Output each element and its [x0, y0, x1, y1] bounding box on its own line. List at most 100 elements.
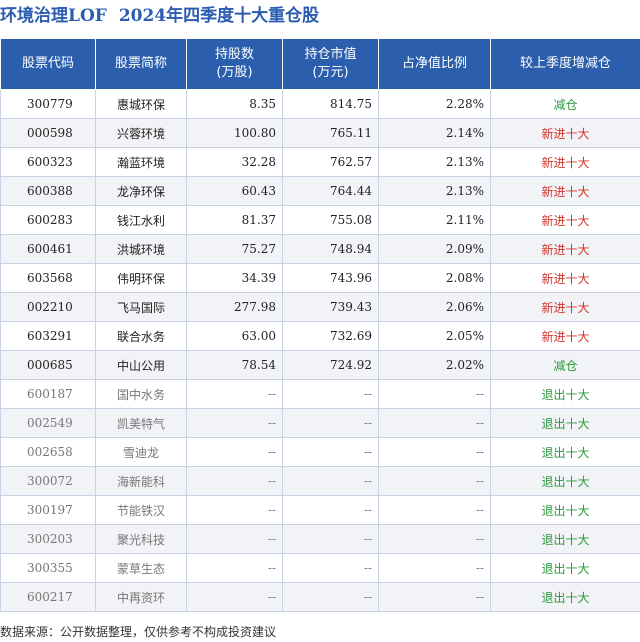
market-value-cell: 765.11 — [282, 118, 379, 148]
table-row: 002658 雪迪龙 -- -- -- 退出十大 — [0, 437, 640, 467]
market-value-cell: 732.69 — [282, 321, 379, 351]
table-row: 300203 聚光科技 -- -- -- 退出十大 — [0, 524, 640, 554]
nav-ratio-cell: 2.13% — [378, 147, 491, 177]
col-header-value: 持仓市值 (万元) — [282, 38, 379, 90]
market-value-cell: -- — [282, 437, 379, 467]
stock-code-cell: 600323 — [0, 147, 96, 177]
shares-cell: 60.43 — [186, 176, 283, 206]
shares-cell: -- — [186, 582, 283, 612]
nav-ratio-cell: -- — [378, 495, 491, 525]
position-change-cell: 减仓 — [490, 89, 640, 119]
stock-code-cell: 002549 — [0, 408, 96, 438]
market-value-cell: 739.43 — [282, 292, 379, 322]
period-title: 2024年四季度十大重仓股 — [118, 6, 320, 26]
position-change-cell: 退出十大 — [490, 408, 640, 438]
col-header-code: 股票代码 — [0, 38, 96, 90]
nav-ratio-cell: 2.11% — [378, 205, 491, 235]
nav-ratio-cell: 2.28% — [378, 89, 491, 119]
stock-name-cell: 钱江水利 — [95, 205, 187, 235]
shares-cell: -- — [186, 553, 283, 583]
stock-code-cell: 000598 — [0, 118, 96, 148]
table-row: 000598 兴蓉环境 100.80 765.11 2.14% 新进十大 — [0, 118, 640, 148]
table-row: 300355 蒙草生态 -- -- -- 退出十大 — [0, 553, 640, 583]
market-value-cell: 764.44 — [282, 176, 379, 206]
stock-code-cell: 600461 — [0, 234, 96, 264]
nav-ratio-cell: -- — [378, 582, 491, 612]
market-value-cell: -- — [282, 495, 379, 525]
stock-code-cell: 300197 — [0, 495, 96, 525]
market-value-cell: -- — [282, 408, 379, 438]
market-value-cell: -- — [282, 466, 379, 496]
market-value-cell: 814.75 — [282, 89, 379, 119]
stock-name-cell: 联合水务 — [95, 321, 187, 351]
table-row: 600217 中再资环 -- -- -- 退出十大 — [0, 582, 640, 612]
stock-name-cell: 凯美特气 — [95, 408, 187, 438]
stock-name-cell: 节能铁汉 — [95, 495, 187, 525]
market-value-cell: -- — [282, 379, 379, 409]
stock-name-cell: 雪迪龙 — [95, 437, 187, 467]
col-header-shares: 持股数 (万股) — [186, 38, 283, 90]
table-row: 300072 海新能科 -- -- -- 退出十大 — [0, 466, 640, 496]
position-change-cell: 新进十大 — [490, 321, 640, 351]
position-change-cell: 减仓 — [490, 350, 640, 380]
position-change-cell: 退出十大 — [490, 437, 640, 467]
shares-cell: 34.39 — [186, 263, 283, 293]
table-row: 300779 惠城环保 8.35 814.75 2.28% 减仓 — [0, 89, 640, 119]
stock-code-cell: 002210 — [0, 292, 96, 322]
position-change-cell: 新进十大 — [490, 205, 640, 235]
market-value-cell: -- — [282, 553, 379, 583]
stock-code-cell: 600283 — [0, 205, 96, 235]
stock-code-cell: 600187 — [0, 379, 96, 409]
col-header-ratio: 占净值比例 — [378, 38, 491, 90]
nav-ratio-cell: -- — [378, 437, 491, 467]
stock-name-cell: 瀚蓝环境 — [95, 147, 187, 177]
table-body: 300779 惠城环保 8.35 814.75 2.28% 减仓 000598 兴蓉环境 100… — [0, 89, 640, 612]
table-row: 600187 国中水务 -- -- -- 退出十大 — [0, 379, 640, 409]
table-row: 002549 凯美特气 -- -- -- 退出十大 — [0, 408, 640, 438]
position-change-cell: 新进十大 — [490, 118, 640, 148]
stock-name-cell: 兴蓉环境 — [95, 118, 187, 148]
stock-name-cell: 蒙草生态 — [95, 553, 187, 583]
market-value-cell: 724.92 — [282, 350, 379, 380]
nav-ratio-cell: 2.09% — [378, 234, 491, 264]
nav-ratio-cell: -- — [378, 553, 491, 583]
market-value-cell: 755.08 — [282, 205, 379, 235]
stock-code-cell: 300779 — [0, 89, 96, 119]
position-change-cell: 退出十大 — [490, 379, 640, 409]
shares-cell: -- — [186, 408, 283, 438]
nav-ratio-cell: 2.08% — [378, 263, 491, 293]
nav-ratio-cell: 2.13% — [378, 176, 491, 206]
shares-cell: -- — [186, 466, 283, 496]
table-row: 002210 飞马国际 277.98 739.43 2.06% 新进十大 — [0, 292, 640, 322]
stock-code-cell: 300355 — [0, 553, 96, 583]
market-value-cell: 743.96 — [282, 263, 379, 293]
position-change-cell: 退出十大 — [490, 524, 640, 554]
position-change-cell: 新进十大 — [490, 263, 640, 293]
stock-code-cell: 300203 — [0, 524, 96, 554]
nav-ratio-cell: 2.14% — [378, 118, 491, 148]
fund-name: 环境治理LOF — [0, 6, 107, 26]
nav-ratio-cell: 2.06% — [378, 292, 491, 322]
stock-name-cell: 聚光科技 — [95, 524, 187, 554]
table-row: 300197 节能铁汉 -- -- -- 退出十大 — [0, 495, 640, 525]
nav-ratio-cell: -- — [378, 524, 491, 554]
shares-cell: 100.80 — [186, 118, 283, 148]
shares-cell: 277.98 — [186, 292, 283, 322]
table-row: 600461 洪城环境 75.27 748.94 2.09% 新进十大 — [0, 234, 640, 264]
stock-code-cell: 000685 — [0, 350, 96, 380]
stock-code-cell: 600217 — [0, 582, 96, 612]
stock-name-cell: 中山公用 — [95, 350, 187, 380]
table-row: 600283 钱江水利 81.37 755.08 2.11% 新进十大 — [0, 205, 640, 235]
position-change-cell: 退出十大 — [490, 582, 640, 612]
stock-name-cell: 飞马国际 — [95, 292, 187, 322]
nav-ratio-cell: -- — [378, 379, 491, 409]
col-header-name: 股票简称 — [95, 38, 187, 90]
nav-ratio-cell: -- — [378, 408, 491, 438]
market-value-cell: -- — [282, 524, 379, 554]
position-change-cell: 新进十大 — [490, 176, 640, 206]
nav-ratio-cell: 2.02% — [378, 350, 491, 380]
table-row: 603291 联合水务 63.00 732.69 2.05% 新进十大 — [0, 321, 640, 351]
stock-name-cell: 惠城环保 — [95, 89, 187, 119]
stock-name-cell: 海新能科 — [95, 466, 187, 496]
holdings-table: 股票代码 股票简称 持股数 (万股) 持仓市值 (万元) 占净值比例 较上季度增减仓… — [0, 38, 640, 612]
